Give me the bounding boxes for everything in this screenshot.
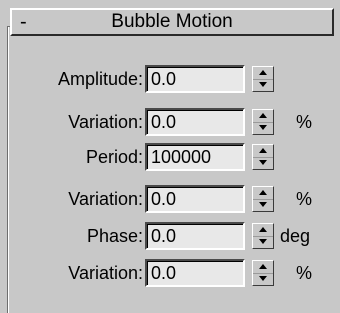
amplitude-variation-label: Variation: (68, 112, 143, 132)
spinner-down-arrow-icon[interactable] (253, 236, 273, 248)
rollout-title: Bubble Motion (111, 11, 233, 32)
bubble-motion-rollout: - Bubble Motion Amplitude: Variation: % … (0, 0, 340, 313)
phase-row: Phase: deg (0, 222, 340, 250)
phase-field[interactable] (145, 222, 245, 250)
phase-variation-field[interactable] (145, 259, 245, 287)
period-variation-input[interactable] (147, 187, 241, 211)
spinner-down-arrow-icon[interactable] (253, 273, 273, 285)
amplitude-variation-unit: % (296, 112, 313, 132)
spinner-down-arrow-icon[interactable] (253, 122, 273, 134)
phase-unit: deg (280, 226, 311, 246)
amplitude-variation-field[interactable] (145, 108, 245, 136)
phase-variation-row: Variation: % (0, 259, 340, 287)
period-label: Period: (85, 147, 143, 167)
period-variation-row: Variation: % (0, 185, 340, 213)
rollout-header-button[interactable]: - Bubble Motion (10, 8, 334, 36)
phase-variation-spinner[interactable] (252, 260, 274, 286)
phase-variation-unit: % (296, 263, 313, 283)
spinner-down-arrow-icon[interactable] (253, 157, 273, 169)
spinner-down-arrow-icon[interactable] (253, 79, 273, 91)
period-variation-spinner[interactable] (252, 186, 274, 212)
phase-spinner[interactable] (252, 223, 274, 249)
phase-input[interactable] (147, 224, 241, 248)
period-variation-unit: % (296, 189, 313, 209)
period-spinner[interactable] (252, 144, 274, 170)
period-variation-label: Variation: (68, 189, 143, 209)
phase-label: Phase: (86, 226, 143, 246)
amplitude-variation-input[interactable] (147, 110, 241, 134)
amplitude-variation-spinner[interactable] (252, 109, 274, 135)
period-input[interactable] (147, 145, 241, 169)
amplitude-input[interactable] (147, 67, 241, 91)
phase-variation-label: Variation: (68, 263, 143, 283)
amplitude-field[interactable] (145, 65, 245, 93)
amplitude-variation-row: Variation: % (0, 108, 340, 136)
period-row: Period: (0, 143, 340, 171)
amplitude-row: Amplitude: (0, 65, 340, 93)
phase-variation-input[interactable] (147, 261, 241, 285)
period-field[interactable] (145, 143, 245, 171)
amplitude-label: Amplitude: (57, 69, 143, 89)
period-variation-field[interactable] (145, 185, 245, 213)
amplitude-spinner[interactable] (252, 66, 274, 92)
spinner-down-arrow-icon[interactable] (253, 199, 273, 211)
